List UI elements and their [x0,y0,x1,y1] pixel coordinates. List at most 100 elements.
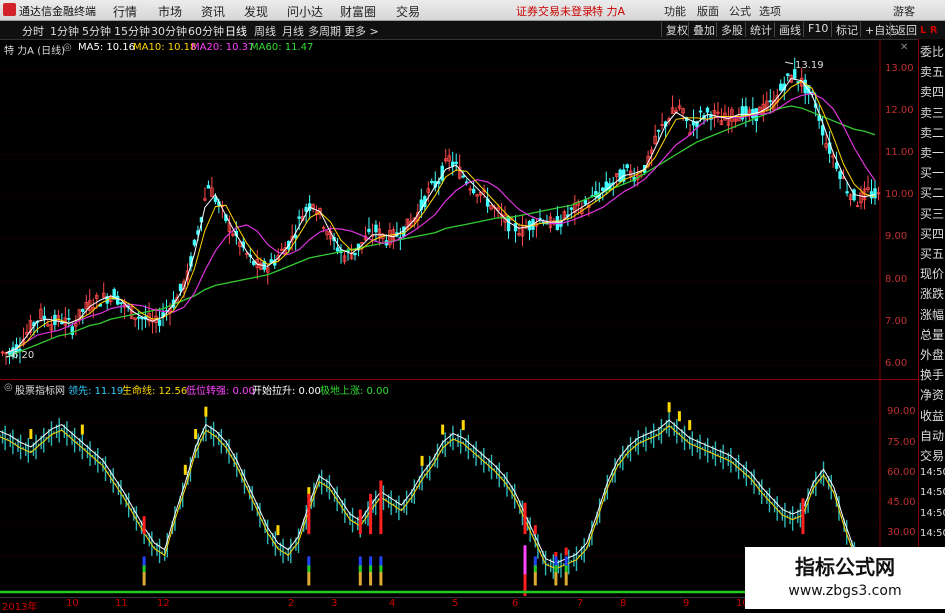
btn-fuquan[interactable]: 复权 [661,22,688,37]
app-logo-icon [3,3,16,16]
sub-y-tick: 75.00 [887,437,916,448]
sell-signal [677,411,681,422]
candle-body [115,295,120,305]
watermark-box: 指标公式网 www.zbgs3.com [745,547,945,609]
period-multi[interactable]: 多周期 [308,23,341,39]
price-chart[interactable] [0,39,918,379]
candle-body [506,215,511,232]
ma20-label: MA20: 10.37 [191,42,255,53]
period-15min[interactable]: 15分钟 [114,23,150,39]
stock-title: 特 力A [592,5,626,18]
menu-shichang[interactable]: 市场 [158,3,182,20]
period-fenshi[interactable]: 分时 [22,23,44,39]
btn-huaxian[interactable]: 画线 [774,22,801,37]
buy-signal-yellow [379,572,383,586]
period-monthly[interactable]: 月线 [282,23,304,39]
buy-signal-red [523,502,527,535]
y-tick: 7.00 [885,316,908,327]
sell-signal [29,429,33,440]
period-30min[interactable]: 30分钟 [151,23,187,39]
candle-body [157,319,162,326]
date-label: 5 [452,598,459,609]
period-more[interactable]: 更多 > [344,23,379,39]
menu-xuanxiang[interactable]: 选项 [759,3,781,19]
watermark-url: www.zbgs3.com [788,583,902,599]
menu-zixun[interactable]: 资讯 [201,3,225,20]
period-daily[interactable]: 日线 [225,23,247,39]
panel-item: 涨跌 [920,287,945,302]
y-tick: 6.00 [885,358,908,369]
buy-signal-yellow [307,572,311,586]
menu-wenxiaoda[interactable]: 问小达 [287,3,323,20]
sell-signal [80,424,84,435]
candle-body [206,185,211,189]
panel-item: 14:50 [920,467,945,479]
low-price-label: 6.20 [12,350,35,361]
y-tick: 10.00 [885,189,914,200]
buy-signal-yellow [142,572,146,586]
candle-body [269,259,273,263]
period-weekly[interactable]: 周线 [254,23,276,39]
candle-body [461,175,465,178]
date-label: 8 [620,598,627,609]
sub-settings-icon[interactable]: ◎ [4,382,13,393]
candle-body [430,180,434,183]
menu-jiaoyi[interactable]: 交易 [396,3,420,20]
menu-hangqing[interactable]: 行情 [113,3,137,20]
lead-line [0,419,876,573]
btn-fanhui[interactable]: 返回 [890,22,917,37]
date-label: 9 [683,598,690,609]
menu-faxian[interactable]: 发现 [244,3,268,20]
app-title: 通达信金融终端 [19,5,96,18]
sell-signal [667,402,671,413]
sell-signal [276,525,280,536]
buy-signal-red [307,493,311,535]
menu-gongshi[interactable]: 公式 [729,3,751,19]
candle-body [779,83,783,91]
buy-signal-yellow [533,572,537,586]
panel-item: 14:50 [920,527,945,539]
btn-f10[interactable]: F10 [803,22,828,37]
login-warning[interactable]: 证券交易未登录 [516,3,593,19]
ma60-label: MA60: 11.47 [250,42,314,53]
btn-biaoji[interactable]: 标记 [831,22,858,37]
panel-item: 现价 [920,267,945,282]
buy-signal-red [369,493,373,535]
y-tick: 11.00 [885,147,914,158]
buy-signal-red [801,498,805,535]
candle-body [297,216,301,219]
date-label: 12 [157,598,170,609]
candle-body [178,283,183,292]
panel-item: 卖四 [920,85,945,100]
panel-lr-label[interactable]: L R [920,25,945,36]
btn-tongji[interactable]: 统计 [745,22,772,37]
panel-item: 卖三 [920,105,945,120]
period-60min[interactable]: 60分钟 [188,23,224,39]
title-bar: 通达信金融终端 行情 市场 资讯 发现 问小达 财富圈 交易 证券交易未登录 特… [0,0,945,21]
panel-item: 涨幅 [920,307,945,322]
candle-body [353,252,357,256]
panel-item: 买五 [920,247,945,261]
buy-signal-yellow [369,572,373,586]
candle-body [60,322,64,325]
menu-caifuquan[interactable]: 财富圈 [340,3,376,20]
y-tick: 13.00 [885,63,914,74]
candle-body [820,125,825,136]
panel-item: 14:50 [920,507,945,519]
btn-diejia[interactable]: 叠加 [688,22,715,37]
buy-signal-red [533,525,537,535]
candle-body [786,73,790,76]
period-5min[interactable]: 5分钟 [82,23,111,39]
buy-signal-red [358,509,362,535]
panel-item: 14:50 [920,487,945,499]
main-settings-icon[interactable]: ◎ [63,42,72,53]
chart-close-icon[interactable]: ✕ [900,42,908,53]
candle-body [367,228,371,233]
sub-y-tick: 60.00 [887,467,916,478]
panel-item: 总量 [920,327,945,342]
btn-duogu[interactable]: 多股 [716,22,743,37]
period-1min[interactable]: 1分钟 [50,23,79,39]
menu-banmian[interactable]: 版面 [697,3,719,19]
menu-gongneng[interactable]: 功能 [664,3,686,19]
guest-label[interactable]: 游客 [893,3,915,19]
